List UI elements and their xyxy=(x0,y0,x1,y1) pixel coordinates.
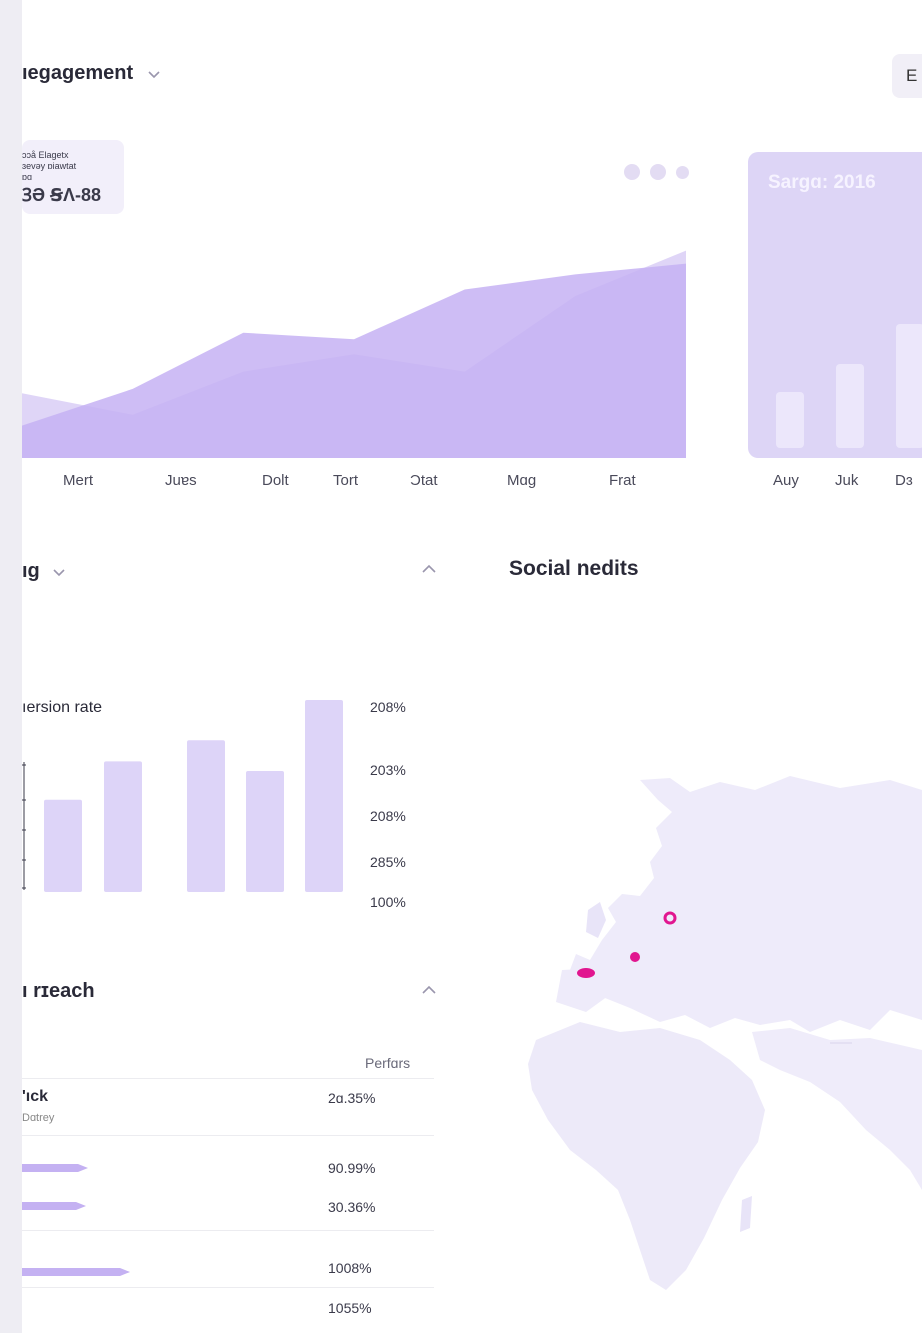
x-tick-label: Juɐs xyxy=(165,472,197,489)
funnel-section-selector[interactable]: ıg xyxy=(22,560,66,583)
export-button[interactable]: E xyxy=(892,54,922,98)
y-tick-label: 203% xyxy=(370,762,406,778)
side-bar xyxy=(836,364,864,448)
world-map[interactable] xyxy=(490,770,922,1310)
row-subtitle: Dɑtrey xyxy=(22,1112,55,1124)
y-tick-label: 208% xyxy=(370,808,406,824)
row-divider xyxy=(22,1135,434,1136)
side-summary-card[interactable]: Sargɑ: 2016 xyxy=(748,152,922,458)
x-tick-label: Mert xyxy=(63,472,93,489)
map-land-uk xyxy=(586,902,606,938)
map-marker xyxy=(630,952,640,962)
side-bar xyxy=(896,324,922,448)
page-title: ıegagement xyxy=(22,62,134,84)
map-marker xyxy=(577,968,595,978)
side-x-label: Auy xyxy=(773,472,799,489)
tooltip-value: ꝪƏ ꞨɅ-88 xyxy=(22,185,102,205)
axis-ticks xyxy=(22,762,26,890)
map-land-africa xyxy=(528,1022,765,1290)
left-rail xyxy=(0,0,22,1333)
x-tick-label: Tort xyxy=(333,472,359,489)
conversion-bar xyxy=(246,771,284,892)
tooltip-line-2: ɜevǝy ɒiawtat xyxy=(22,161,77,171)
social-section-title: Social nedits xyxy=(509,557,639,580)
x-tick-label: Frat xyxy=(609,472,636,489)
row-value: 2ɑ.35% xyxy=(328,1090,376,1106)
chart-pager xyxy=(624,164,689,180)
collapse-icon[interactable] xyxy=(421,564,437,574)
reach-title: ı rɪeach xyxy=(22,980,95,1002)
reach-section-title: ı rɪeach xyxy=(22,980,95,1003)
y-tick-label: 100% xyxy=(370,894,406,910)
side-card-title: Sargɑ: 2016 xyxy=(768,172,876,193)
conversion-bar-chart xyxy=(22,700,343,892)
row-name: 'ıck xyxy=(22,1088,49,1105)
funnel-title: ıg xyxy=(22,560,40,582)
map-land-europe xyxy=(570,776,922,1032)
row-value: 90.99% xyxy=(328,1160,376,1176)
conversion-bar xyxy=(44,799,82,892)
dashboard-selector[interactable]: ıegagement xyxy=(22,62,161,85)
row-value: 1055% xyxy=(328,1300,372,1316)
collapse-icon[interactable] xyxy=(421,985,437,995)
pager-dot[interactable] xyxy=(624,164,640,180)
x-tick-label: Dolt xyxy=(262,472,289,489)
chart-tooltip: ɔɔå Elagetx ɜevǝy ɒiawtat ɒɑ ꝪƏ ꞨɅ-88 xyxy=(22,140,124,214)
y-tick-label: 285% xyxy=(370,854,406,870)
conversion-bar xyxy=(305,700,343,892)
map-land-madagascar xyxy=(740,1196,752,1232)
conversion-bar xyxy=(187,740,225,892)
engagement-area-chart xyxy=(22,222,688,460)
pager-dot[interactable] xyxy=(676,166,689,179)
row-divider xyxy=(22,1230,434,1231)
pager-dot[interactable] xyxy=(650,164,666,180)
column-header[interactable]: Perfɑrs xyxy=(365,1055,410,1071)
tooltip-line-3: ɒɑ xyxy=(22,172,33,182)
y-tick-label: 208% xyxy=(370,699,406,715)
chevron-down-icon xyxy=(53,568,65,576)
progress-arrow xyxy=(22,1202,86,1210)
tooltip-line-1: ɔɔå Elagetx xyxy=(22,150,69,160)
side-x-label: Dɜ xyxy=(895,472,913,489)
progress-arrow xyxy=(22,1164,88,1172)
side-bar xyxy=(776,392,804,448)
row-value: 30.36% xyxy=(328,1199,376,1215)
row-divider xyxy=(22,1287,434,1288)
row-divider xyxy=(22,1078,434,1079)
x-tick-label: Ɔtat xyxy=(410,472,438,489)
map-land-asia xyxy=(752,1028,922,1190)
side-x-label: Juk xyxy=(835,472,859,489)
progress-arrow xyxy=(22,1268,130,1276)
x-tick-label: Mɑg xyxy=(507,472,537,489)
row-value: 1008% xyxy=(328,1260,372,1276)
chevron-down-icon xyxy=(148,70,160,78)
conversion-bar xyxy=(104,761,142,892)
